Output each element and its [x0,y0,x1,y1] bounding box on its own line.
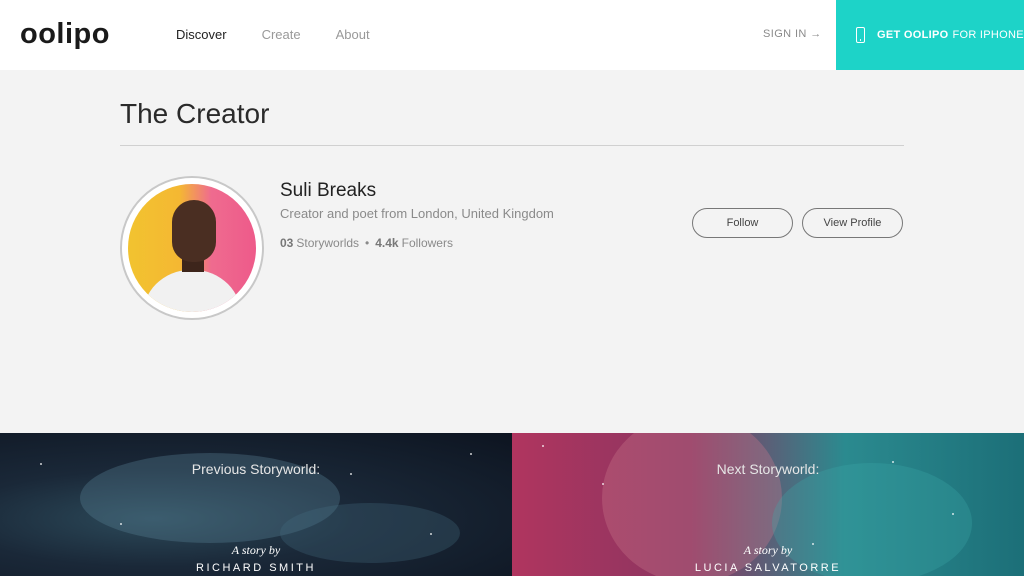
get-iphone-app-button[interactable]: GET OOLIPO FOR IPHONE [836,0,1024,70]
followers-label: Followers [401,236,453,250]
top-header: oolipo Discover Create About SIGN IN → G… [0,0,1024,70]
previous-byline: A story by [231,543,281,557]
storyworlds-count: 03 [280,236,294,250]
creator-bio: Creator and poet from London, United Kin… [280,206,554,221]
creator-name[interactable]: Suli Breaks [280,180,376,202]
followers-count: 4.4k [375,236,399,250]
next-label: Next Storyworld: [716,461,820,477]
storyworlds-label: Storyworlds [296,236,360,250]
nav-about[interactable]: About [336,27,370,42]
avatar-photo [128,184,256,312]
previous-author: RICHARD SMITH [196,562,316,574]
nav-discover[interactable]: Discover [176,27,227,42]
section-title: The Creator [120,98,270,129]
creator-avatar[interactable] [120,176,264,320]
previous-storyworld-panel[interactable]: Previous Storyworld: A story by RICHARD … [0,433,512,576]
next-byline: A story by [743,543,793,557]
main-nav: Discover Create About [176,27,405,42]
creator-stats: 03 Storyworlds • 4.4k Followers [280,236,453,250]
stats-separator: • [365,236,370,250]
previous-label: Previous Storyworld: [191,461,321,477]
next-author: LUCIA SALVATORRE [694,562,842,574]
follow-button[interactable]: Follow [692,208,793,238]
sign-in-link[interactable]: SIGN IN → [763,28,822,40]
oolipo-logo[interactable]: oolipo [20,18,110,51]
nav-create[interactable]: Create [262,27,301,42]
phone-icon [856,27,865,43]
cta-bold-label: GET OOLIPO [877,29,949,41]
cta-label: FOR IPHONE [952,29,1024,41]
view-profile-button[interactable]: View Profile [802,208,903,238]
next-storyworld-panel[interactable]: Next Storyworld: A story by LUCIA SALVAT… [512,433,1024,576]
section-divider [120,145,904,146]
